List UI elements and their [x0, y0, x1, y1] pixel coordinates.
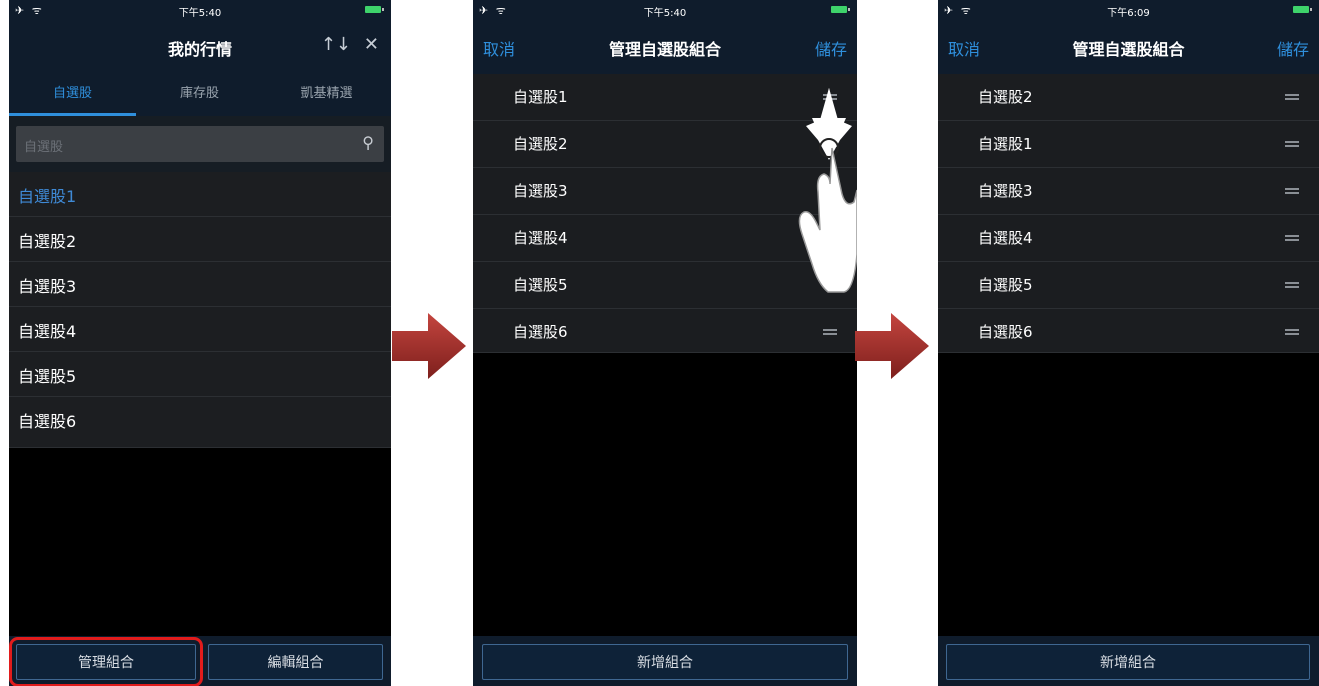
list-item[interactable]: 自選股4	[9, 307, 391, 352]
list-item[interactable]: 自選股2	[9, 217, 391, 262]
group-label: 自選股2	[513, 135, 568, 153]
group-label: 自選股4	[978, 229, 1033, 247]
list-item-label: 自選股1	[18, 187, 77, 206]
group-label: 自選股2	[978, 88, 1033, 106]
group-row[interactable]: 自選股5	[938, 262, 1319, 309]
search-area: 自選股 ⚲	[9, 116, 391, 172]
list-item-label: 自選股5	[18, 367, 77, 386]
tab-inventory[interactable]: 庫存股	[136, 74, 263, 116]
group-row[interactable]: 自選股2	[938, 74, 1319, 121]
group-row[interactable]: 自選股3	[938, 168, 1319, 215]
screen-my-quotes: ✈ ᯤ 下午5:40 我的行情 ↑↓ ✕ 自選股 庫存股 凱基精選 自選股 ⚲ …	[9, 0, 391, 686]
group-label: 自選股3	[513, 182, 568, 200]
list-item[interactable]: 自選股6	[9, 397, 391, 448]
hand-drag-gesture-icon	[798, 88, 857, 293]
nav-bar: 我的行情 ↑↓ ✕	[9, 20, 391, 74]
list-item-label: 自選股4	[18, 322, 77, 341]
drag-handle-icon[interactable]	[1285, 188, 1299, 194]
nav-bar: 取消 管理自選股組合 儲存	[473, 20, 857, 74]
group-label: 自選股5	[978, 276, 1033, 294]
group-label: 自選股4	[513, 229, 568, 247]
save-button[interactable]: 儲存	[1277, 36, 1309, 60]
tab-bar: 自選股 庫存股 凱基精選	[9, 74, 391, 116]
page-title: 管理自選股組合	[1072, 40, 1185, 59]
tab-watchlist[interactable]: 自選股	[9, 74, 136, 116]
manage-group-button[interactable]: 管理組合	[9, 637, 203, 686]
group-label: 自選股6	[513, 323, 568, 341]
group-row[interactable]: 自選股6	[938, 309, 1319, 353]
sort-icon[interactable]: ↑↓	[321, 34, 351, 55]
search-input[interactable]: 自選股 ⚲	[16, 126, 384, 162]
bottom-bar: 新增組合	[473, 636, 857, 686]
group-label: 自選股1	[513, 88, 568, 106]
status-time: 下午5:40	[178, 8, 222, 19]
drag-handle-icon[interactable]	[1285, 94, 1299, 100]
drag-handle-icon[interactable]	[823, 329, 837, 335]
edit-group-button[interactable]: 編輯組合	[208, 644, 383, 680]
add-group-button[interactable]: 新增組合	[946, 644, 1310, 680]
add-group-button[interactable]: 新增組合	[482, 644, 848, 680]
list-item-label: 自選股2	[18, 232, 77, 251]
group-label: 自選股6	[978, 323, 1033, 341]
tab-kgi-picks[interactable]: 凱基精選	[263, 74, 390, 116]
group-row[interactable]: 自選股1	[938, 121, 1319, 168]
page-title: 管理自選股組合	[608, 40, 721, 59]
status-bar: ✈ ᯤ 下午5:40	[9, 0, 391, 20]
drag-handle-icon[interactable]	[1285, 329, 1299, 335]
list-item[interactable]: 自選股5	[9, 352, 391, 397]
drag-handle-icon[interactable]	[1285, 235, 1299, 241]
battery-icon	[1293, 6, 1312, 13]
status-time: 下午6:09	[1107, 8, 1150, 19]
close-icon[interactable]: ✕	[364, 34, 379, 55]
list-item[interactable]: 自選股3	[9, 262, 391, 307]
status-bar: ✈ ᯤ 下午6:09	[938, 0, 1319, 20]
bottom-bar: 新增組合	[938, 636, 1319, 686]
bottom-bar: 管理組合 編輯組合	[9, 636, 391, 686]
search-placeholder: 自選股	[24, 140, 64, 155]
nav-bar: 取消 管理自選股組合 儲存	[938, 20, 1319, 74]
status-time: 下午5:40	[643, 8, 687, 19]
drag-handle-icon[interactable]	[1285, 282, 1299, 288]
drag-handle-icon[interactable]	[1285, 141, 1299, 147]
battery-icon	[365, 6, 384, 13]
list-item-label: 自選股6	[18, 412, 77, 431]
screen-manage-groups-reordered: ✈ ᯤ 下午6:09 取消 管理自選股組合 儲存 自選股2 自選股1 自選股3 …	[938, 0, 1319, 686]
save-button[interactable]: 儲存	[815, 36, 847, 60]
group-label: 自選股5	[513, 276, 568, 294]
list-item[interactable]: 自選股1	[9, 172, 391, 217]
group-label: 自選股3	[978, 182, 1033, 200]
battery-icon	[831, 6, 850, 13]
group-label: 自選股1	[978, 135, 1033, 153]
group-row[interactable]: 自選股4	[938, 215, 1319, 262]
list-item-label: 自選股3	[18, 277, 77, 296]
search-icon[interactable]: ⚲	[362, 133, 374, 152]
status-bar: ✈ ᯤ 下午5:40	[473, 0, 857, 20]
next-step-arrow-icon	[392, 313, 466, 379]
screen-manage-groups: ✈ ᯤ 下午5:40 取消 管理自選股組合 儲存 自選股1 自選股2 自選股3 …	[473, 0, 857, 686]
next-step-arrow-icon	[855, 313, 929, 379]
